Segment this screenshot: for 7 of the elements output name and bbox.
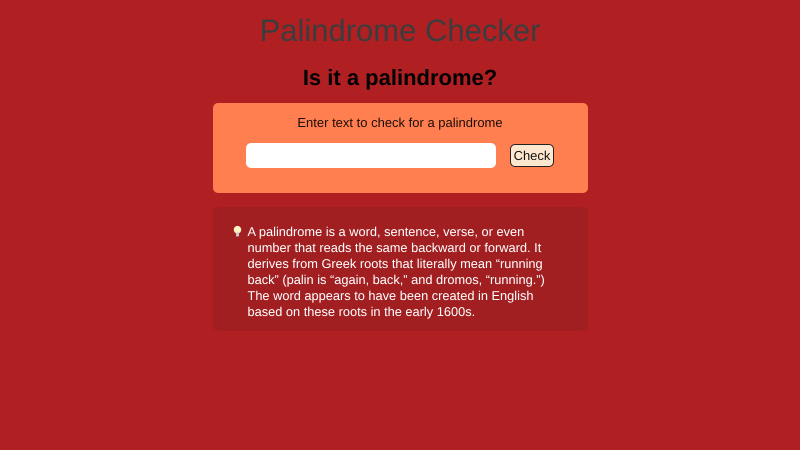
page-title: Palindrome Checker [260, 12, 540, 50]
lightbulb-icon [232, 225, 242, 238]
info-paragraph: A palindrome is a word, sentence, verse, or even number that reads the same backward or forward. It derives from Greek roots that literally mean “running back” (palin is “again, back,” and dromos, “running.”) The word appears to have been created in English based on these roots in the early 1600s. [248, 224, 546, 320]
input-label: Enter text to check for a palindrome [297, 115, 503, 131]
check-button[interactable]: Check [510, 144, 554, 167]
text-input-field[interactable] [246, 143, 496, 168]
page-heading: Is it a palindrome? [302, 64, 498, 92]
